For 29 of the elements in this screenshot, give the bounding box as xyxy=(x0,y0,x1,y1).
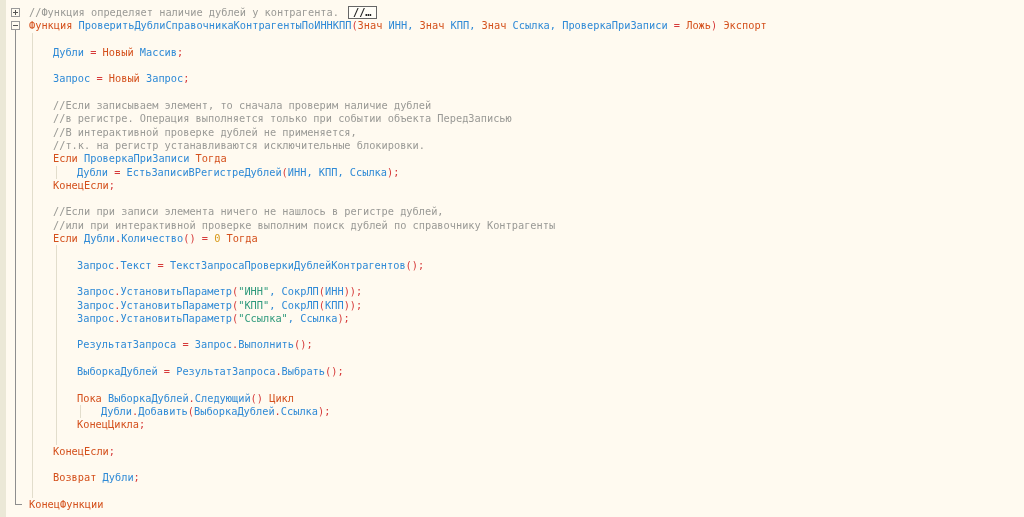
code-line: ВыборкаДублей = РезультатЗапроса.Выбрать(); xyxy=(77,365,345,379)
expand-icon[interactable] xyxy=(11,8,20,18)
code-line: Дубли = Новый Массив; xyxy=(53,45,185,60)
code-line: Если Дубли.Количество() = 0 Тогда xyxy=(53,232,259,246)
code-line: Запрос.УстановитьПараметр("Ссылка", Ссылка); xyxy=(77,311,351,326)
code-line: Функция ПроверитьДублиСправочникаКонтрагентыПоИННКПП(Знач ИНН, Знач КПП, Знач Ссылка, ПроверкаПриЗаписи = Ложь) Экспорт xyxy=(29,19,767,33)
code-line: Запрос = Новый Запрос; xyxy=(53,72,191,86)
code-line: //Если при записи элемента ничего не нашлось в регистре дублей, xyxy=(53,205,445,219)
code-line: РезультатЗапроса = Запрос.Выполнить(); xyxy=(77,338,314,352)
code-line: Возврат Дубли; xyxy=(53,471,141,485)
code-line: Дубли.Добавить(ВыборкаДублей.Ссылка); xyxy=(101,404,332,419)
code-line: Запрос.Текст = ТекстЗапросаПроверкиДублейКонтрагентов(); xyxy=(77,258,426,272)
code-line: КонецЦикла; xyxy=(77,418,147,432)
code-line: КонецЕсли; xyxy=(53,444,116,459)
code-line: Пока ВыборкаДублей.Следующий() Цикл xyxy=(77,391,295,405)
collapse-icon[interactable] xyxy=(11,21,20,31)
code-line: Если ПроверкаПриЗаписи Тогда xyxy=(53,152,228,166)
code-line: //Функция определяет наличие дублей у контрагента. xyxy=(29,6,339,20)
code-line: //т.к. на регистр устанавливаются исключительные блокировки. xyxy=(53,138,426,153)
code-line: //или при интерактивной проверке выполним поиск дублей по справочнику Контрагенты xyxy=(53,218,557,233)
code-line: КонецФункции xyxy=(29,498,105,512)
code-line: //Если записываем элемент, то сначала проверим наличие дублей xyxy=(53,99,433,113)
code-line: //в регистре. Операция выполняется только при событии объекта ПередЗаписью xyxy=(53,112,513,126)
code-line: Дубли = ЕстьЗаписиВРегистреДублей(ИНН, КПП, Ссылка); xyxy=(77,165,401,179)
code-line: //В интерактивной проверке дублей не применяется, xyxy=(53,125,358,139)
code-line: Запрос.УстановитьПараметр("ИНН", СокрЛП(ИНН)); xyxy=(77,285,364,299)
collapsed-text-hint[interactable]: //… xyxy=(347,6,377,20)
code-line: Запрос.УстановитьПараметр("КПП", СокрЛП(КПП)); xyxy=(77,298,364,312)
code-line: КонецЕсли; xyxy=(53,178,116,193)
